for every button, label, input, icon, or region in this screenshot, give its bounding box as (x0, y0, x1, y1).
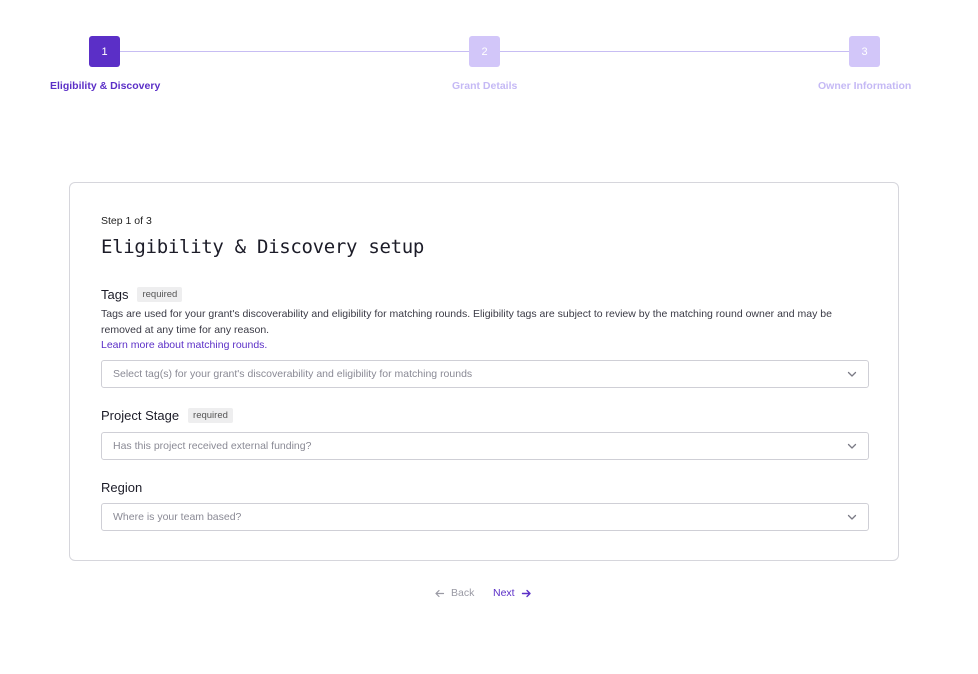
stepper-connector-2 (500, 51, 849, 52)
region-select[interactable]: Where is your team based? (101, 503, 869, 531)
step-1-label: Eligibility & Discovery (50, 80, 161, 92)
next-button-label: Next (493, 587, 515, 599)
step-3-number: 3 (861, 45, 868, 58)
tags-select[interactable]: Select tag(s) for your grant's discovera… (101, 360, 869, 388)
project-stage-label: Project Stage (101, 408, 180, 423)
step-count: Step 1 of 3 (101, 215, 152, 227)
step-2-label: Grant Details (452, 80, 518, 92)
step-3-label: Owner Information (818, 80, 912, 92)
arrow-left-icon (435, 589, 445, 597)
tags-required-badge: required (137, 287, 183, 302)
tags-field-label: Tags required (101, 287, 183, 302)
step-1-indicator[interactable]: 1 (89, 36, 120, 67)
region-select-placeholder: Where is your team based? (113, 511, 242, 523)
stepper-connector-1 (119, 51, 469, 52)
step-2-number: 2 (481, 45, 488, 58)
next-button[interactable]: Next (493, 587, 532, 599)
learn-more-link[interactable]: Learn more about matching rounds. (101, 339, 267, 351)
tags-select-placeholder: Select tag(s) for your grant's discovera… (113, 368, 473, 380)
region-field-label: Region (101, 480, 142, 495)
form-navigation: Back Next (0, 587, 978, 601)
page-title: Eligibility & Discovery setup (101, 236, 425, 258)
back-button[interactable]: Back (434, 587, 474, 599)
project-stage-select[interactable]: Has this project received external fundi… (101, 432, 869, 460)
back-button-label: Back (451, 587, 475, 599)
step-2-indicator[interactable]: 2 (469, 36, 500, 67)
chevron-down-icon (847, 371, 857, 377)
project-stage-select-placeholder: Has this project received external fundi… (113, 440, 312, 452)
tags-label: Tags (101, 287, 129, 302)
project-stage-required-badge: required (188, 408, 233, 423)
step-1-number: 1 (101, 45, 108, 58)
chevron-down-icon (847, 514, 857, 520)
region-label: Region (101, 480, 143, 495)
eligibility-form-card: Step 1 of 3 Eligibility & Discovery setu… (69, 182, 899, 561)
step-3-indicator[interactable]: 3 (849, 36, 880, 67)
project-stage-field-label: Project Stage required (101, 408, 233, 423)
progress-stepper: 1 2 3 Eligibility & Discovery Grant Deta… (0, 0, 978, 110)
chevron-down-icon (847, 443, 857, 449)
tags-help-text: Tags are used for your grant's discovera… (101, 308, 832, 336)
arrow-right-icon (521, 589, 531, 597)
